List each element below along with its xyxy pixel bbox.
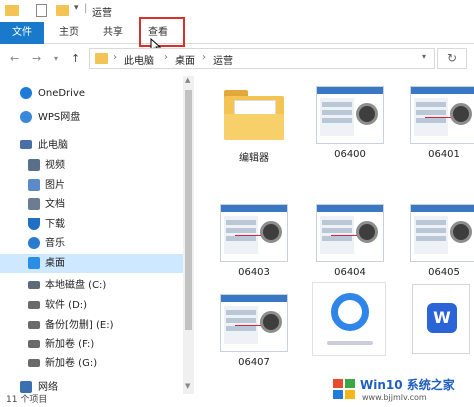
file-tile-06407[interactable]: 06407	[212, 288, 296, 378]
windows-logo-icon	[333, 379, 355, 399]
scrollbar-thumb[interactable]	[185, 90, 192, 330]
image-thumbnail	[220, 294, 288, 352]
breadcrumb-current[interactable]: 运营	[213, 52, 233, 67]
file-name: 06403	[238, 267, 270, 278]
nav-item-this-pc[interactable]: 此电脑	[0, 136, 183, 155]
film-reel-icon	[356, 221, 378, 243]
cloud-icon	[20, 87, 32, 99]
desktop-icon	[28, 257, 40, 269]
film-reel-icon	[260, 221, 282, 243]
scroll-up-icon[interactable]: ▲	[185, 76, 190, 84]
nav-item-onedrive[interactable]: OneDrive	[0, 84, 183, 103]
nav-item-pictures[interactable]: 图片	[0, 176, 183, 195]
drive-icon	[28, 321, 40, 329]
nav-item-music[interactable]: 音乐	[0, 234, 183, 253]
ring-logo-icon	[331, 293, 369, 331]
watermark: Win10 系统之家 www.bjjmlv.com	[326, 372, 474, 407]
drive-icon	[28, 301, 40, 309]
video-folder-icon	[28, 159, 40, 171]
drive-icon	[28, 359, 40, 367]
file-name: 06407	[238, 357, 270, 368]
title-separator: |	[84, 3, 88, 14]
documents-folder-icon	[28, 198, 40, 210]
forward-arrow-icon[interactable]: →	[32, 52, 41, 65]
drive-icon	[28, 340, 40, 348]
path-separator: ›	[164, 52, 168, 63]
scroll-down-icon[interactable]: ▼	[185, 382, 190, 390]
film-reel-icon	[356, 103, 378, 125]
highlight-box	[139, 17, 185, 47]
breadcrumb-this-pc[interactable]: 此电脑	[124, 52, 154, 67]
image-thumbnail	[316, 86, 384, 144]
pictures-folder-icon	[28, 179, 40, 191]
wps-cloud-icon	[20, 111, 32, 123]
nav-item-desktop[interactable]: 桌面	[0, 254, 183, 273]
nav-item-downloads[interactable]: 下载	[0, 215, 183, 234]
window-title: 运营	[92, 8, 112, 19]
recent-dropdown-icon[interactable]: ▾	[54, 54, 58, 63]
image-thumbnail	[410, 86, 474, 144]
file-tile-06404[interactable]: 06404	[308, 198, 392, 288]
tab-home[interactable]: 主页	[54, 22, 84, 44]
refresh-icon: ↻	[446, 51, 458, 65]
film-reel-icon	[450, 221, 472, 243]
quick-access-dropdown[interactable]: ▾	[74, 3, 79, 13]
folder-icon	[224, 90, 284, 140]
back-arrow-icon[interactable]: ←	[10, 52, 19, 65]
file-name: 编辑器	[239, 153, 269, 164]
address-dropdown-icon[interactable]: ▾	[422, 52, 426, 61]
new-folder-icon[interactable]	[56, 5, 69, 16]
film-reel-icon	[260, 311, 282, 333]
nav-item-drive-d[interactable]: 软件 (D:)	[0, 296, 183, 315]
title-bar: ▾ | 运营	[0, 0, 474, 22]
computer-icon	[20, 140, 32, 149]
folder-icon	[95, 53, 108, 64]
folder-icon	[5, 5, 19, 16]
nav-item-drive-e[interactable]: 备份[勿删] (E:)	[0, 316, 183, 335]
file-tile-word-document[interactable]: W	[402, 276, 474, 366]
up-arrow-icon[interactable]: ↑	[71, 52, 80, 65]
download-arrow-icon	[28, 218, 40, 230]
image-thumbnail	[410, 204, 474, 262]
film-reel-icon	[450, 103, 472, 125]
path-separator: ›	[113, 52, 117, 63]
file-tile-06400[interactable]: 06400	[308, 80, 392, 170]
file-tile-app-image[interactable]	[308, 276, 392, 366]
nav-item-videos[interactable]: 视频	[0, 156, 183, 175]
tab-file[interactable]: 文件	[0, 22, 44, 44]
nav-scrollbar[interactable]: ▲ ▼	[183, 76, 194, 394]
file-tile-06401[interactable]: 06401	[402, 80, 474, 170]
breadcrumb-desktop[interactable]: 桌面	[175, 52, 195, 67]
windows-drive-icon	[28, 281, 40, 289]
nav-item-drive-c[interactable]: 本地磁盘 (C:)	[0, 276, 183, 295]
navigation-pane: OneDrive WPS网盘 此电脑 视频 图片 文档 下载 音乐 桌面 本地磁…	[0, 76, 183, 394]
ribbon-tabs: 文件 主页 共享 查看	[0, 22, 474, 44]
image-thumbnail	[316, 204, 384, 262]
word-document-icon: W	[412, 284, 470, 354]
refresh-button[interactable]: ↻	[437, 48, 467, 69]
file-tile-06405[interactable]: 06405	[402, 198, 474, 288]
item-count: 11 个项目	[6, 395, 48, 405]
nav-item-drive-f[interactable]: 新加卷 (F:)	[0, 335, 183, 354]
file-tile-editor-folder[interactable]: 编辑器	[212, 80, 296, 170]
properties-icon[interactable]	[36, 4, 47, 17]
nav-item-documents[interactable]: 文档	[0, 195, 183, 214]
file-grid: 编辑器 06400 06401 06403 06404 06405 06407 …	[194, 76, 474, 394]
tab-share[interactable]: 共享	[98, 22, 128, 44]
nav-item-drive-g[interactable]: 新加卷 (G:)	[0, 354, 183, 373]
watermark-brand: Win10 系统之家	[360, 378, 455, 392]
address-bar[interactable]: › 此电脑 › 桌面 › 运营 ▾	[89, 48, 435, 69]
music-note-icon	[28, 237, 40, 249]
file-tile-06403[interactable]: 06403	[212, 198, 296, 288]
file-name: 06401	[428, 149, 460, 160]
nav-item-wps-cloud[interactable]: WPS网盘	[0, 108, 183, 127]
app-thumbnail	[312, 282, 386, 356]
file-name: 06400	[334, 149, 366, 160]
watermark-url: www.bjjmlv.com	[362, 393, 427, 402]
path-separator: ›	[202, 52, 206, 63]
network-icon	[20, 381, 32, 393]
image-thumbnail	[220, 204, 288, 262]
